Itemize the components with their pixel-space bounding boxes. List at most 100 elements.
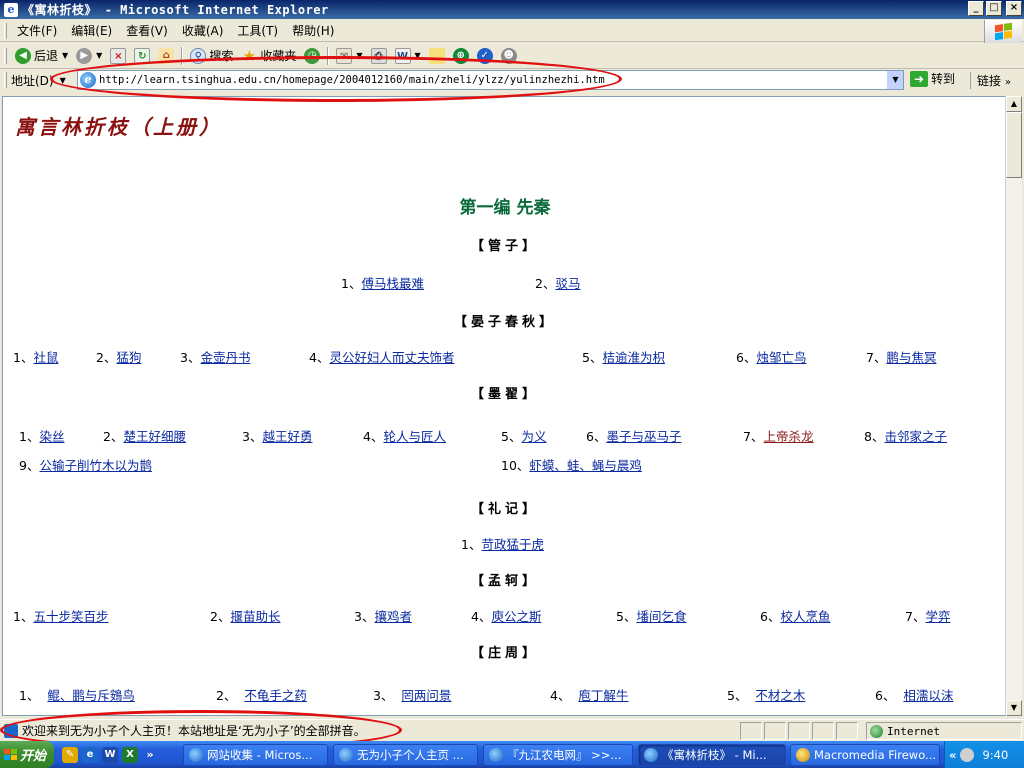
msn-button[interactable]: ☻ (497, 46, 521, 66)
section-heading: 【晏子春秋】 (453, 315, 556, 330)
title-bar[interactable]: e 《寓林折枝》 - Microsoft Internet Explorer _… (0, 0, 1024, 19)
print-button[interactable]: ⎙ (367, 46, 391, 66)
fable-link[interactable]: 桔逾淮为枳 (602, 350, 665, 365)
list-item: 5、为义 (501, 429, 547, 444)
fable-link[interactable]: 染丝 (39, 429, 64, 444)
quicklaunch-chevron-icon[interactable]: » (142, 747, 158, 763)
blue-check-button[interactable]: ✓ (473, 46, 497, 66)
address-field[interactable]: e http://learn.tsinghua.edu.cn/homepage/… (77, 70, 904, 90)
taskbar-task[interactable]: 『九江农电网』 >>... (483, 744, 633, 766)
tray-expand-icon[interactable]: « (949, 748, 956, 762)
menu-tools[interactable]: 工具(T) (231, 20, 284, 41)
address-grip (4, 72, 7, 88)
fable-link[interactable]: 金壶丹书 (200, 350, 250, 365)
fable-link[interactable]: 校人烹鱼 (780, 609, 830, 624)
minimize-button[interactable]: _ (968, 1, 984, 16)
mail-button[interactable]: ✉ ▼ (332, 46, 366, 66)
toolbar-separator (327, 46, 330, 65)
fable-link[interactable]: 驳马 (555, 276, 580, 291)
window-title: 《寓林折枝》 - Microsoft Internet Explorer (22, 3, 329, 17)
go-button[interactable]: ➜ 转到 (910, 70, 955, 87)
address-history-dropdown-icon[interactable]: ▼ (887, 71, 903, 89)
scroll-down-icon[interactable]: ▼ (1006, 700, 1022, 716)
taskbar-task-active[interactable]: 《寓林折枝》 - Mi... (638, 744, 786, 766)
history-button[interactable]: ◷ (300, 46, 324, 66)
windows-logo (984, 20, 1022, 43)
forward-dropdown-icon[interactable]: ▼ (96, 51, 102, 60)
fable-link[interactable]: 墨子与巫马子 (606, 429, 681, 444)
fable-link[interactable]: 罔两问景 (401, 688, 451, 703)
fable-link[interactable]: 鹏与焦冥 (886, 350, 936, 365)
links-button[interactable]: 链接 » (970, 72, 1011, 89)
pencil-icon[interactable]: ✎ (62, 746, 78, 763)
forward-button[interactable]: ▶ ▼ (72, 46, 106, 66)
fable-link[interactable]: 烛邹亡鸟 (756, 350, 806, 365)
close-button[interactable]: × (1006, 1, 1022, 16)
fable-link[interactable]: 相濡以沫 (903, 688, 953, 703)
excel-icon[interactable]: X (122, 746, 138, 763)
fable-link[interactable]: 为义 (521, 429, 546, 444)
fable-link[interactable]: 学弈 (925, 609, 950, 624)
word-icon[interactable]: W (102, 746, 118, 763)
maximize-button[interactable]: □ (986, 1, 1002, 16)
messenger-button[interactable]: ⊕ (449, 46, 473, 66)
fable-link[interactable]: 越王好勇 (262, 429, 312, 444)
fable-link[interactable]: 公输子削竹木以为鹊 (39, 458, 152, 473)
fable-link[interactable]: 猛狗 (116, 350, 141, 365)
fable-link[interactable]: 庾公之斯 (491, 609, 541, 624)
search-button[interactable]: ⚲ 搜索 (186, 45, 237, 66)
fable-link[interactable]: 庖丁解牛 (578, 688, 628, 703)
list-item: 6、烛邹亡鸟 (736, 350, 807, 365)
task-label: 『九江农电网』 >>... (507, 748, 622, 762)
fable-link[interactable]: 击邻家之子 (884, 429, 947, 444)
scroll-thumb[interactable] (1006, 112, 1022, 178)
fable-link[interactable]: 鲲、鹏与斥鴳鸟 (47, 688, 135, 703)
fable-link[interactable]: 虾蟆、蛙、蝇与晨鸡 (529, 458, 642, 473)
fable-link[interactable]: 轮人与匠人 (383, 429, 446, 444)
menu-view[interactable]: 查看(V) (120, 20, 174, 41)
link-row: 1、社鼠 2、猛狗 3、金壶丹书 4、灵公好妇人而丈夫饰者 5、桔逾淮为枳 6、… (3, 347, 1005, 365)
page-content[interactable]: 寓言林折枝（上册） 第一编 先秦 【管子】 1、傅马栈最难 2、驳马 【晏子春秋… (2, 96, 1006, 716)
fable-link[interactable]: 楚王好细腰 (123, 429, 186, 444)
fable-link[interactable]: 不龟手之药 (244, 688, 307, 703)
menu-help[interactable]: 帮助(H) (286, 20, 340, 41)
fable-link[interactable]: 灵公好妇人而丈夫饰者 (329, 350, 454, 365)
taskbar-task[interactable]: Macromedia Firewo... (790, 744, 940, 766)
fable-link[interactable]: 上帝杀龙 (763, 429, 813, 444)
edit-button[interactable]: W ▼ (391, 46, 425, 66)
tray-app-icon[interactable] (960, 747, 975, 762)
ie-quicklaunch-icon[interactable]: e (82, 746, 98, 763)
home-button[interactable]: ⌂ (154, 46, 178, 66)
address-toolbar-dropdown-icon[interactable]: ▼ (60, 76, 66, 85)
scroll-up-icon[interactable]: ▲ (1006, 96, 1022, 112)
list-item: 6、 相濡以沫 (875, 688, 954, 703)
fable-link[interactable]: 墦间乞食 (636, 609, 686, 624)
fable-link[interactable]: 傅马栈最难 (361, 276, 424, 291)
menu-edit[interactable]: 编辑(E) (65, 20, 118, 41)
menu-favorites[interactable]: 收藏(A) (176, 20, 230, 41)
status-bar: 欢迎来到无为小子个人主页！本站地址是‘无为小子’的全部拼音。 Internet (0, 719, 1024, 741)
discuss-button[interactable] (425, 46, 449, 66)
home-icon: ⌂ (158, 47, 175, 64)
fable-link[interactable]: 攘鸡者 (374, 609, 412, 624)
stop-button[interactable]: × (106, 46, 130, 66)
start-button[interactable]: 开始 (0, 741, 54, 768)
back-button[interactable]: ◀ 后退 ▼ (11, 45, 72, 66)
edit-dropdown-icon[interactable]: ▼ (415, 51, 421, 60)
fable-link[interactable]: 揠苗助长 (230, 609, 280, 624)
taskbar-task[interactable]: 网站收集 - Micros... (183, 744, 328, 766)
favorites-button[interactable]: ★ 收藏夹 (237, 45, 300, 66)
fable-link[interactable]: 苛政猛于虎 (481, 537, 544, 552)
taskbar-task[interactable]: 无为小子个人主页 ... (333, 744, 478, 766)
back-dropdown-icon[interactable]: ▼ (62, 51, 68, 60)
clock: 9:40 (982, 747, 1009, 762)
fable-link[interactable]: 不材之木 (755, 688, 805, 703)
windows-flag-icon (4, 749, 17, 760)
refresh-button[interactable]: ↻ (130, 46, 154, 66)
fable-link[interactable]: 五十步笑百步 (33, 609, 108, 624)
menu-file[interactable]: 文件(F) (11, 20, 63, 41)
address-url[interactable]: http://learn.tsinghua.edu.cn/homepage/20… (99, 74, 887, 86)
vertical-scrollbar[interactable]: ▲ ▼ (1005, 96, 1022, 716)
mail-dropdown-icon[interactable]: ▼ (356, 51, 362, 60)
fable-link[interactable]: 社鼠 (33, 350, 58, 365)
